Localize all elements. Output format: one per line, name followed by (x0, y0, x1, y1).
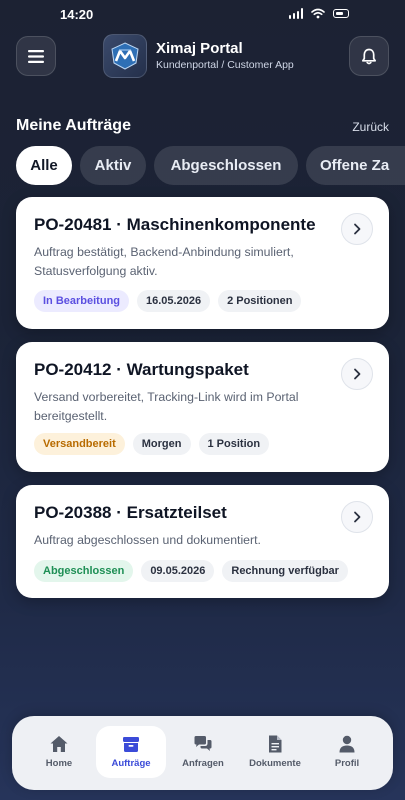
order-description: Versand vorbereitet, Tracking-Link wird … (34, 390, 299, 423)
chevron-right-icon (354, 223, 361, 235)
order-card[interactable]: PO-20481 · Maschinenkomponente Auftrag b… (16, 197, 389, 329)
order-card[interactable]: PO-20388 · Ersatzteilset Auftrag abgesch… (16, 485, 389, 598)
person-icon (339, 735, 355, 753)
ximaj-logo-icon (111, 42, 139, 70)
home-icon (50, 736, 68, 752)
chevron-right-icon (354, 368, 361, 380)
filter-chips: Alle Aktiv Abgeschlossen Offene Za (16, 146, 405, 186)
app-subtitle: Kundenportal / Customer App (156, 59, 294, 71)
nav-item-home[interactable]: Home (24, 726, 94, 778)
order-card[interactable]: PO-20412 · Wartungspaket Versand vorbere… (16, 342, 389, 472)
order-tags: In Bearbeitung 16.05.2026 2 Positionen (34, 290, 302, 312)
status-badge: In Bearbeitung (34, 290, 130, 312)
nav-item-auftraege[interactable]: Aufträge (96, 726, 166, 778)
open-order-button[interactable] (341, 213, 373, 245)
open-order-button[interactable] (341, 358, 373, 390)
bottom-nav: Home Aufträge Anfragen Dokumente Profil (12, 716, 393, 790)
order-description: Auftrag bestätigt, Backend-Anbindung sim… (34, 245, 294, 278)
order-description: Auftrag abgeschlossen und dokumentiert. (34, 533, 261, 547)
box-icon (123, 737, 139, 752)
chevron-right-icon (354, 511, 361, 523)
status-bar: 14:20 (0, 0, 405, 30)
order-tags: Versandbereit Morgen 1 Position (34, 433, 270, 455)
status-icons (288, 8, 349, 19)
info-badge: 2 Positionen (218, 290, 302, 312)
nav-label: Aufträge (111, 758, 151, 769)
wifi-icon (311, 8, 325, 19)
page-title: Meine Aufträge (16, 117, 131, 134)
info-badge: Rechnung verfügbar (222, 560, 348, 582)
bell-icon (361, 48, 377, 64)
nav-label: Anfragen (182, 758, 224, 769)
status-time: 14:20 (60, 7, 94, 22)
nav-label: Dokumente (249, 758, 301, 769)
filter-chip-abgeschlossen[interactable]: Abgeschlossen (154, 146, 298, 185)
nav-item-profil[interactable]: Profil (312, 726, 382, 778)
date-badge: Morgen (132, 433, 191, 455)
date-badge: 16.05.2026 (137, 290, 211, 312)
notifications-button[interactable] (349, 36, 389, 76)
status-badge: Versandbereit (34, 433, 125, 455)
nav-label: Profil (334, 758, 360, 769)
app-logo (103, 34, 147, 78)
chat-bubbles-icon (194, 736, 212, 751)
nav-item-anfragen[interactable]: Anfragen (168, 726, 238, 778)
status-badge: Abgeschlossen (34, 560, 134, 582)
back-link[interactable]: Zurück (352, 120, 389, 134)
nav-item-dokumente[interactable]: Dokumente (240, 726, 310, 778)
menu-button[interactable] (16, 36, 56, 76)
order-title: PO-20481 · Maschinenkomponente (34, 215, 316, 234)
filter-chip-aktiv[interactable]: Aktiv (80, 146, 146, 185)
document-icon (269, 735, 282, 753)
info-badge: 1 Position (198, 433, 270, 455)
order-title: PO-20412 · Wartungspaket (34, 360, 249, 379)
hamburger-icon (28, 49, 44, 63)
cellular-signal-icon (288, 8, 303, 19)
app-title: Ximaj Portal (156, 40, 243, 57)
open-order-button[interactable] (341, 501, 373, 533)
order-tags: Abgeschlossen 09.05.2026 Rechnung verfüg… (34, 560, 348, 582)
order-title: PO-20388 · Ersatzteilset (34, 503, 227, 522)
filter-chip-alle[interactable]: Alle (16, 146, 72, 185)
filter-chip-offene-zahlungen[interactable]: Offene Za (306, 146, 405, 185)
battery-icon (333, 9, 349, 18)
nav-label: Home (45, 758, 73, 769)
date-badge: 09.05.2026 (141, 560, 215, 582)
